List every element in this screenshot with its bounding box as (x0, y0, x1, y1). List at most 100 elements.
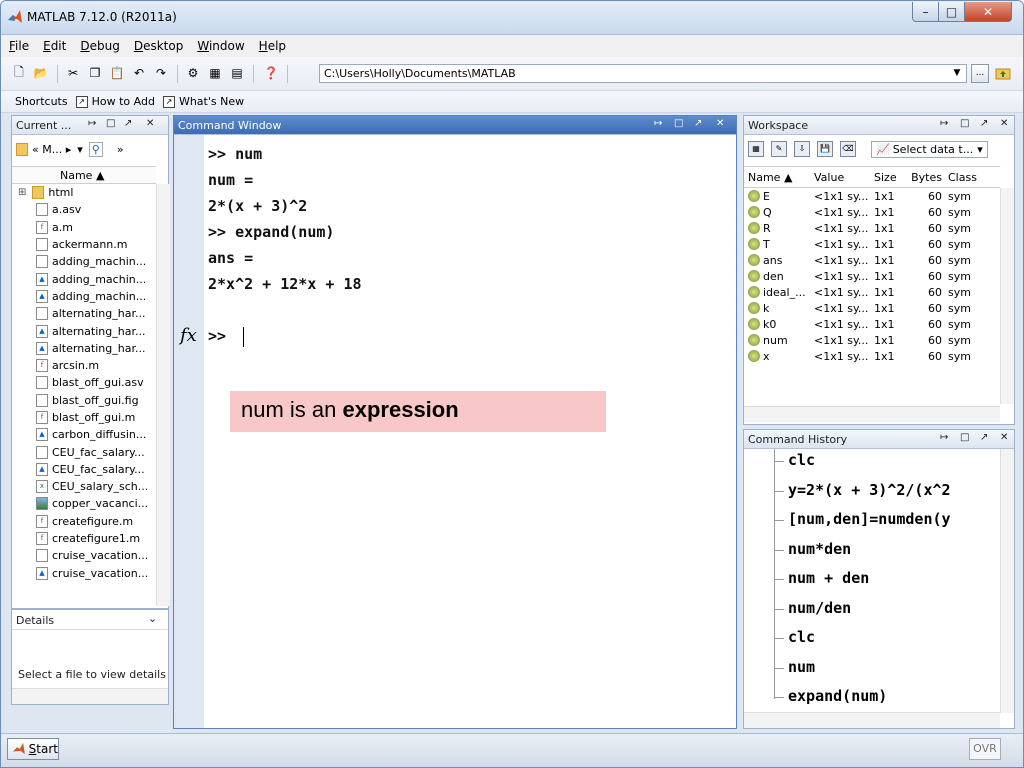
start-button[interactable]: Start (7, 738, 59, 760)
guide-icon[interactable]: ▦ (207, 65, 223, 81)
file-list-item[interactable]: blast_off_gui.asv (12, 374, 156, 391)
file-list-item[interactable]: ▲ carbon_diffusin... (12, 426, 156, 443)
workspace-scrollbar[interactable] (1000, 188, 1014, 404)
file-list-item[interactable]: copper_vacanci... (12, 495, 156, 512)
history-item[interactable]: clc (788, 628, 815, 646)
file-list-item[interactable]: adding_machin... (12, 253, 156, 270)
folder-up-icon[interactable] (995, 65, 1011, 81)
path-dropdown-icon[interactable]: ▼ (949, 65, 965, 81)
chevron-down-icon[interactable]: ⌄ (148, 612, 157, 625)
file-list-item[interactable]: ackermann.m (12, 236, 156, 253)
file-list-item[interactable]: f a.m (12, 219, 156, 236)
file-list-item[interactable]: CEU_fac_salary... (12, 443, 156, 460)
file-list-item[interactable]: ⊞ html (12, 184, 156, 201)
maximize-panel-icon[interactable]: □ (106, 118, 115, 129)
command-window-header[interactable]: Command Window ↦ □ ↗ ✕ (174, 116, 736, 135)
workspace-row[interactable]: ideal_... <1x1 sy... 1x1 60 sym (744, 284, 1000, 300)
menu-desktop[interactable]: Desktop (134, 39, 184, 53)
history-item[interactable]: num (788, 658, 815, 676)
maximize-panel-icon[interactable]: □ (960, 432, 969, 443)
shortcuts-label[interactable]: Shortcuts (15, 95, 68, 108)
details-header[interactable]: Details ⌄ (12, 610, 168, 630)
expand-icon[interactable]: ⊞ (18, 187, 26, 198)
menu-debug[interactable]: Debug (80, 39, 119, 53)
undock-icon[interactable]: ↦ (940, 432, 948, 443)
file-list-item[interactable]: x CEU_salary_sch... (12, 478, 156, 495)
save-workspace-icon[interactable]: 💾 (817, 141, 833, 157)
col-size[interactable]: Size (874, 171, 908, 184)
maximize-button[interactable]: □ (938, 2, 965, 22)
undock-arrow-icon[interactable]: ↗ (694, 118, 702, 129)
workspace-row[interactable]: T <1x1 sy... 1x1 60 sym (744, 236, 1000, 252)
undock-arrow-icon[interactable]: ↗ (980, 432, 988, 443)
menu-edit[interactable]: Edit (43, 39, 66, 53)
file-list-item[interactable]: f createfigure.m (12, 513, 156, 530)
current-folder-path-input[interactable]: C:\Users\Holly\Documents\MATLAB (319, 64, 967, 83)
undock-icon[interactable]: ↦ (654, 118, 662, 129)
col-bytes[interactable]: Bytes (908, 171, 948, 184)
file-list-item[interactable]: blast_off_gui.fig (12, 392, 156, 409)
workspace-row[interactable]: k0 <1x1 sy... 1x1 60 sym (744, 316, 1000, 332)
menu-window[interactable]: Window (197, 39, 244, 53)
file-list-scrollbar[interactable] (156, 184, 170, 606)
file-list-item[interactable]: ▲ CEU_fac_salary... (12, 461, 156, 478)
undo-icon[interactable]: ↶ (131, 65, 147, 81)
simulink-icon[interactable]: ⚙ (185, 65, 201, 81)
menu-file[interactable]: File (9, 39, 29, 53)
file-list-item[interactable]: ▲ adding_machin... (12, 270, 156, 287)
history-item[interactable]: expand(num) (788, 687, 887, 705)
new-file-icon[interactable]: 🗋 (11, 65, 27, 81)
close-panel-icon[interactable]: ✕ (1000, 432, 1008, 443)
undock-icon[interactable]: ↦ (940, 118, 948, 129)
file-list-item[interactable]: ▲ cruise_vacation... (12, 565, 156, 582)
undock-arrow-icon[interactable]: ↗ (124, 118, 132, 129)
name-column-header[interactable]: Name ▲ (12, 166, 156, 184)
col-name[interactable]: Name ▲ (744, 171, 814, 184)
whats-new-shortcut[interactable]: ↗ What's New (162, 95, 244, 108)
paste-icon[interactable]: 📋 (109, 65, 125, 81)
history-item[interactable]: [num,den]=numden(y (788, 510, 951, 528)
close-button[interactable]: ✕ (964, 2, 1012, 22)
col-class[interactable]: Class (948, 171, 998, 184)
search-icon[interactable]: ⚲ (88, 141, 103, 157)
history-scrollbar[interactable] (1000, 449, 1014, 713)
history-item[interactable]: num*den (788, 540, 851, 558)
menu-help[interactable]: Help (259, 39, 286, 53)
file-list-item[interactable]: ▲ adding_machin... (12, 288, 156, 305)
file-list-item[interactable]: cruise_vacation... (12, 547, 156, 564)
close-panel-icon[interactable]: ✕ (1000, 118, 1008, 129)
file-list-item[interactable]: f arcsin.m (12, 357, 156, 374)
file-list-item[interactable]: f createfigure1.m (12, 530, 156, 547)
folder-breadcrumb[interactable]: « M... ▸ (32, 143, 71, 156)
file-list-item[interactable]: ▲ alternating_har... (12, 340, 156, 357)
current-folder-header[interactable]: Current ... ↦ □ ↗ ✕ (12, 116, 168, 135)
help-icon[interactable]: ❓ (263, 65, 279, 81)
workspace-row[interactable]: Q <1x1 sy... 1x1 60 sym (744, 204, 1000, 220)
minimize-button[interactable]: – (912, 2, 939, 22)
file-list-item[interactable]: a.asv (12, 201, 156, 218)
maximize-panel-icon[interactable]: □ (960, 118, 969, 129)
history-item[interactable]: y=2*(x + 3)^2/(x^2 (788, 481, 951, 499)
undock-arrow-icon[interactable]: ↗ (980, 118, 988, 129)
cut-icon[interactable]: ✂ (65, 65, 81, 81)
load-data-icon[interactable]: ⇩ (794, 141, 810, 157)
more-icon[interactable]: » (117, 143, 124, 156)
command-window-body[interactable]: >> num num = 2*(x + 3)^2 >> expand(num) … (174, 135, 736, 728)
file-list-item[interactable]: alternating_har... (12, 305, 156, 322)
redo-icon[interactable]: ↷ (153, 65, 169, 81)
history-item[interactable]: clc (788, 451, 815, 469)
history-item[interactable]: num/den (788, 599, 851, 617)
workspace-row[interactable]: num <1x1 sy... 1x1 60 sym (744, 332, 1000, 348)
profiler-icon[interactable]: ▤ (229, 65, 245, 81)
open-folder-icon[interactable]: 📂 (33, 65, 49, 81)
browse-folder-button[interactable]: ... (971, 64, 989, 83)
open-variable-icon[interactable]: ✎ (771, 141, 787, 157)
file-list-item[interactable]: ▲ alternating_har... (12, 322, 156, 339)
workspace-row[interactable]: k <1x1 sy... 1x1 60 sym (744, 300, 1000, 316)
new-variable-icon[interactable]: ▦ (748, 141, 764, 157)
maximize-panel-icon[interactable]: □ (674, 118, 683, 129)
nav-dropdown-icon[interactable]: ▾ (77, 143, 83, 156)
workspace-hscrollbar[interactable] (744, 406, 1000, 422)
command-prompt-input[interactable]: >> (208, 327, 235, 345)
workspace-row[interactable]: den <1x1 sy... 1x1 60 sym (744, 268, 1000, 284)
